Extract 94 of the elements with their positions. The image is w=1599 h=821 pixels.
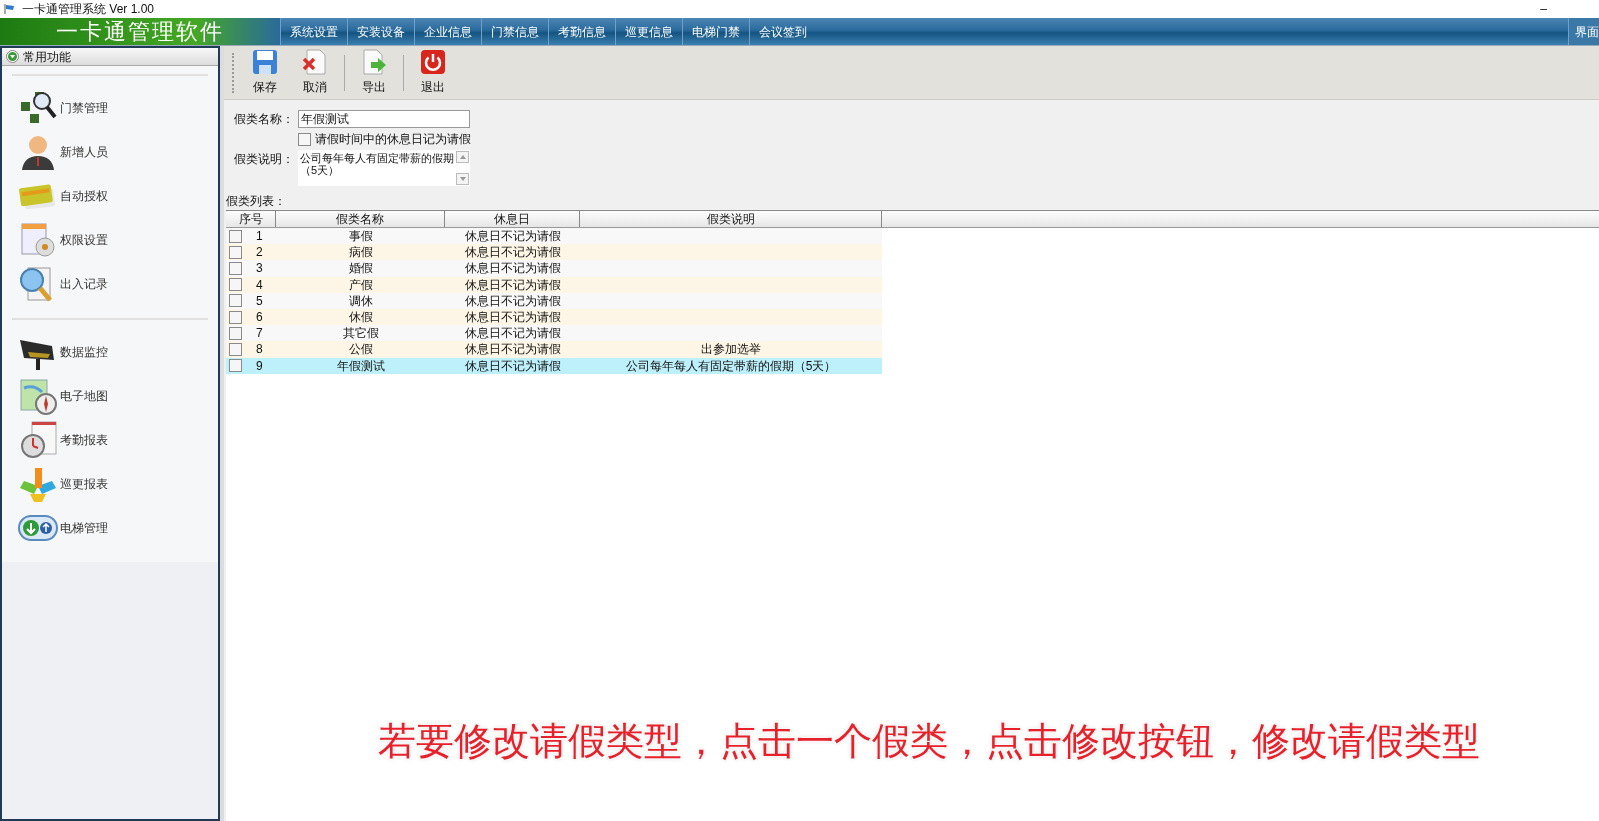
- field-label: 假类说明：: [233, 151, 294, 168]
- sidebar-item[interactable]: 数据监控: [12, 330, 208, 374]
- table-cell-text: 事假: [348, 228, 373, 246]
- flag-icon: [4, 3, 16, 15]
- stopwatch-report-icon: [18, 420, 58, 460]
- table-row[interactable]: 8 公假 休息日不记为请假 出参加选举: [226, 341, 882, 358]
- app-logo-text: 一卡通管理软件: [56, 20, 224, 43]
- rest-day-checkbox[interactable]: [298, 132, 311, 146]
- table-cell-text: 休息日不记为请假: [464, 309, 561, 327]
- lock-button[interactable]: 界面: [1568, 18, 1599, 45]
- table-cell-text: 休息日不记为请假: [464, 244, 561, 262]
- table-row[interactable]: 1 事假 休息日不记为请假: [226, 228, 882, 245]
- toolbar-button[interactable]: 退出: [410, 47, 456, 98]
- sidebar-item[interactable]: 权限设置: [12, 218, 208, 262]
- sidebar-item[interactable]: 电子地图: [12, 374, 208, 418]
- table-cell-text: 其它假: [342, 325, 379, 343]
- menu-tab[interactable]: 系统设置: [280, 18, 347, 45]
- up-arrow-icon: [459, 155, 466, 159]
- table-cell-text: 3: [256, 260, 263, 278]
- row-checkbox[interactable]: [229, 229, 242, 243]
- column-header[interactable]: 假类说明: [580, 211, 882, 227]
- video-caption: 若要修改请假类型，点击一个假类，点击修改按钮，修改请假类型: [378, 722, 1480, 760]
- sidebar-item[interactable]: 新增人员: [12, 130, 208, 174]
- menu-tab[interactable]: 巡更信息: [615, 18, 682, 45]
- row-checkbox[interactable]: [229, 261, 242, 275]
- row-checkbox[interactable]: [229, 294, 242, 308]
- power-icon: [420, 49, 446, 75]
- menu-tab[interactable]: 安装设备: [347, 18, 414, 45]
- scroll-up-button[interactable]: [456, 151, 469, 163]
- table-cell-text: 休息日不记为请假: [464, 325, 561, 343]
- name-field[interactable]: 年假测试: [298, 110, 470, 128]
- table-cell-text: 6: [256, 309, 263, 327]
- toolbar-button[interactable]: 取消: [292, 47, 338, 98]
- list-label: 假类列表：: [225, 193, 287, 210]
- table-cell-text: 休假: [348, 309, 373, 327]
- document-arrow-icon: [361, 49, 387, 75]
- row-checkbox[interactable]: [229, 326, 242, 340]
- sidebar-item[interactable]: 电梯管理: [12, 506, 208, 550]
- column-header[interactable]: 假类名称: [276, 211, 445, 227]
- map-compass-icon: [18, 376, 58, 416]
- row-checkbox[interactable]: [229, 359, 242, 373]
- table-cell-text: 婚假: [348, 260, 373, 278]
- table-cell-text: 7: [256, 325, 263, 343]
- row-checkbox[interactable]: [229, 310, 242, 324]
- menu-tab[interactable]: 会议签到: [749, 18, 816, 45]
- menu-tab[interactable]: 企业信息: [414, 18, 481, 45]
- row-checkbox[interactable]: [229, 245, 242, 259]
- table-cell-text: 调休: [348, 292, 373, 310]
- table-cell-text: 休息日不记为请假: [464, 260, 561, 278]
- toolbar-button[interactable]: 保存: [242, 47, 288, 98]
- menu-tab[interactable]: 考勤信息: [548, 18, 615, 45]
- table-cell-text: 5: [256, 292, 263, 310]
- table-row[interactable]: 7 其它假 休息日不记为请假: [226, 325, 882, 342]
- table-cell-text: 公假: [348, 341, 373, 359]
- minimize-button[interactable]: –: [1532, 0, 1555, 18]
- table-cell-text: 休息日不记为请假: [464, 276, 561, 294]
- down-arrow-icon: [459, 177, 466, 181]
- table-cell-text: 产假: [348, 276, 373, 294]
- table-row[interactable]: 2 病假 休息日不记为请假: [226, 244, 882, 261]
- column-header[interactable]: 序号: [226, 211, 276, 227]
- table-cell-text: 休息日不记为请假: [464, 228, 561, 246]
- table-cell-text: 9: [256, 357, 263, 375]
- row-checkbox[interactable]: [229, 342, 242, 356]
- document-lock-icon: [18, 220, 58, 260]
- table-cell-text: 2: [256, 244, 263, 262]
- table-cell-text: 病假: [348, 244, 373, 262]
- field-label: 假类名称：: [233, 111, 294, 128]
- table-cell-text: 休息日不记为请假: [464, 341, 561, 359]
- table-cell-text: 休息日不记为请假: [464, 292, 561, 310]
- sidebar-item[interactable]: 自动授权: [12, 174, 208, 218]
- sidebar-title: 常用功能: [23, 48, 71, 66]
- sidebar-item[interactable]: 出入记录: [12, 262, 208, 306]
- menu-tab[interactable]: 门禁信息: [481, 18, 548, 45]
- collapse-icon: [6, 50, 19, 63]
- table-cell-text: 出参加选举: [701, 341, 761, 359]
- column-header[interactable]: 休息日: [445, 211, 580, 227]
- document-x-icon: [302, 49, 328, 75]
- table-cell-text: 公司每年每人有固定带薪的假期（5天）: [625, 357, 837, 375]
- table-row[interactable]: 3 婚假 休息日不记为请假: [226, 260, 882, 277]
- toolbar-button[interactable]: 导出: [351, 47, 397, 98]
- sidebar-item[interactable]: 考勤报表: [12, 418, 208, 462]
- table-cell-text: 8: [256, 341, 263, 359]
- table-cell-text: 4: [256, 276, 263, 294]
- sidebar-item[interactable]: 巡更报表: [12, 462, 208, 506]
- scroll-down-button[interactable]: [456, 173, 469, 185]
- table-cell-text: 休息日不记为请假: [464, 357, 561, 375]
- menu-tab[interactable]: 电梯门禁: [682, 18, 749, 45]
- table-cell-text: 1: [256, 228, 263, 246]
- checkbox-label: 请假时间中的休息日记为请假: [315, 131, 471, 148]
- window-title: 一卡通管理系统 Ver 1.00: [22, 1, 155, 18]
- description-field[interactable]: 公司每年每人有固定带薪的假期（5天）: [298, 150, 470, 186]
- row-checkbox[interactable]: [229, 278, 242, 292]
- sidebar-item[interactable]: 门禁管理: [12, 86, 208, 130]
- table-cell-text: 年假测试: [336, 357, 385, 375]
